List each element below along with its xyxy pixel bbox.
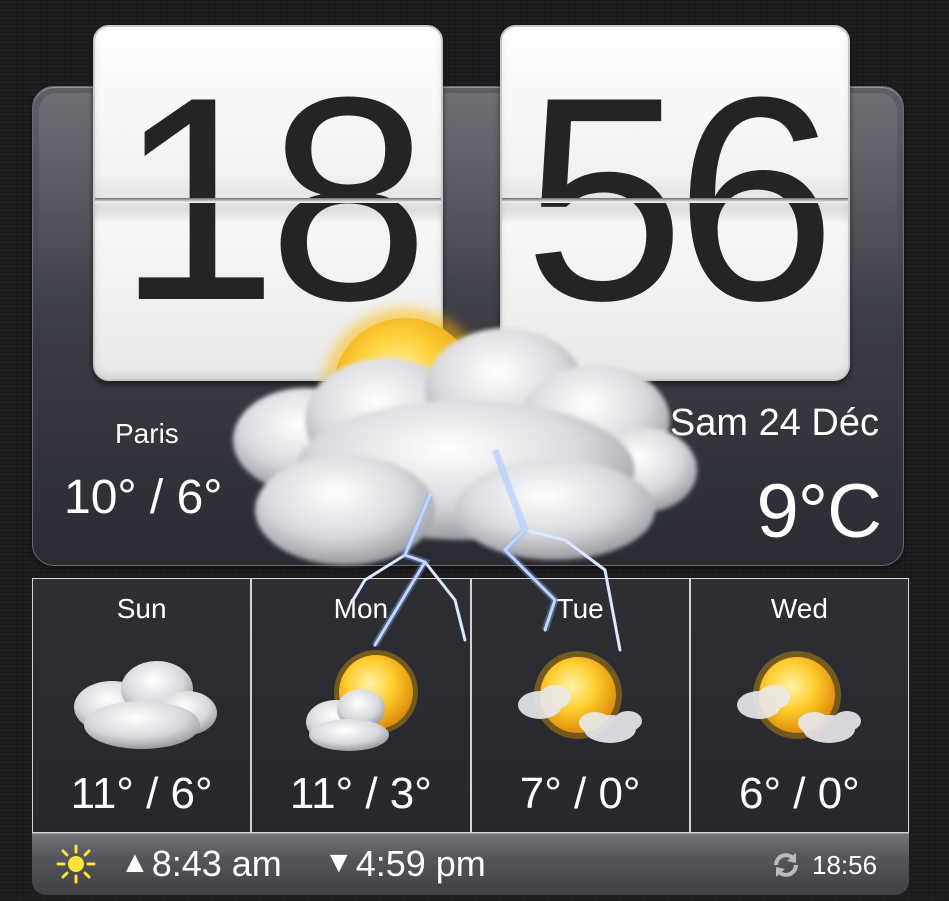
sunrise-time: 8:43 am (151, 843, 282, 884)
last-update-time: 18:56 (812, 850, 878, 880)
flip-divider (95, 198, 441, 203)
today-high-low: 10° / 6° (64, 471, 223, 524)
sun-icon (56, 844, 96, 884)
forecast-day[interactable]: Sun 11° / 6° (33, 579, 251, 832)
forecast-temps: 7° / 0° (519, 769, 641, 818)
forecast-temps: 11° / 3° (289, 769, 432, 818)
mostly-sunny-icon (737, 651, 862, 743)
forecast-day-name: Sun (116, 593, 167, 624)
city-name: Paris (115, 418, 179, 449)
forecast-day[interactable]: Wed 6° / 0° (690, 579, 908, 832)
forecast-temps: 11° / 6° (70, 769, 213, 818)
sunrise-arrow-icon: ▲ (120, 846, 150, 879)
refresh-icon[interactable] (772, 851, 800, 879)
thunderstorm-partly-sunny-icon (233, 308, 697, 652)
forecast-day-name: Wed (770, 593, 828, 624)
forecast-temps: 6° / 0° (738, 769, 860, 818)
sun-times-bar: ▲8:43 am ▼4:59 pm 18:56 (32, 833, 909, 895)
current-temperature: 9°C (756, 469, 882, 554)
sunset-arrow-icon: ▼ (324, 846, 354, 879)
sunrise: ▲8:43 am (120, 843, 282, 885)
sunset-time: 4:59 pm (355, 843, 486, 884)
cloudy-icon (73, 661, 217, 749)
sunset: ▼4:59 pm (324, 843, 486, 885)
flip-divider (502, 198, 848, 203)
